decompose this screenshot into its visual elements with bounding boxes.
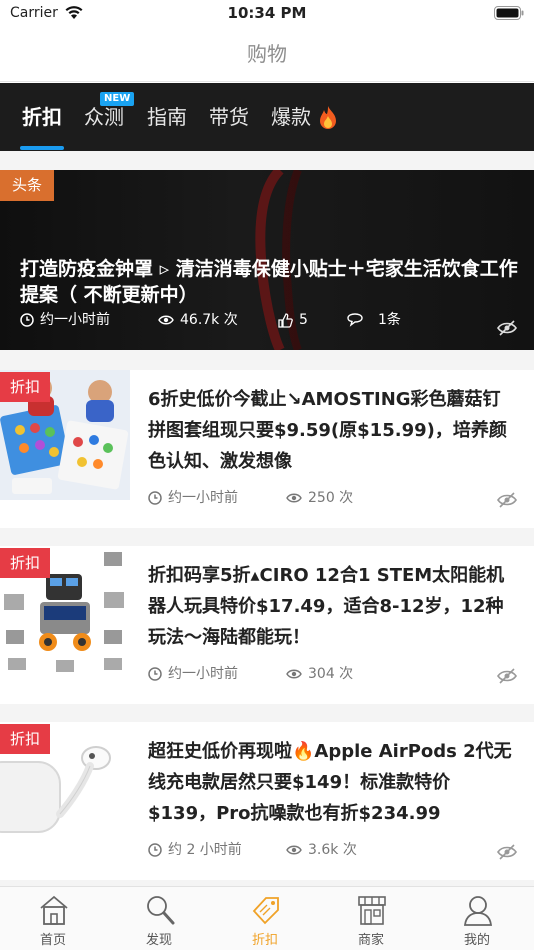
discount-tag: 折扣 bbox=[0, 372, 51, 402]
bottom-tab-discover[interactable]: 发现 bbox=[106, 887, 212, 950]
deal-meta: 约一小时前 304 次 bbox=[148, 664, 518, 684]
bottom-tab-label: 首页 bbox=[39, 933, 66, 948]
magnifier-icon bbox=[147, 896, 175, 925]
new-badge: NEW bbox=[100, 92, 135, 106]
eye-icon bbox=[286, 669, 302, 679]
bottom-tab-label: 商家 bbox=[357, 933, 384, 948]
deal-meta: 约 2 小时前 3.6k 次 bbox=[148, 840, 518, 860]
discount-tag: 折扣 bbox=[0, 724, 51, 754]
tab-guide[interactable]: 指南 bbox=[147, 83, 187, 151]
section-gap bbox=[0, 704, 534, 722]
bottom-tab-merchants[interactable]: 商家 bbox=[318, 887, 424, 950]
bottom-tab-bar: 首页 发现 折扣 商家 我的 bbox=[0, 886, 534, 950]
eye-icon bbox=[286, 845, 302, 855]
section-gap bbox=[0, 151, 534, 170]
bottom-tab-profile[interactable]: 我的 bbox=[424, 887, 530, 950]
deal-card[interactable]: 折扣 6折史低价今截止↘AMOSTING彩色蘑菇钉拼图套组现只要$9.59(原$… bbox=[0, 370, 534, 528]
deal-views: 304 次 bbox=[286, 664, 353, 684]
deal-views: 250 次 bbox=[286, 488, 353, 508]
page-title: 购物 bbox=[0, 28, 534, 82]
headline-meta: 约一小时前 46.7k 次 5 1条 bbox=[20, 310, 520, 330]
category-tab-bar: 折扣 众测 NEW 指南 带货 爆款 bbox=[0, 83, 534, 151]
bottom-tab-label: 发现 bbox=[145, 933, 172, 948]
deal-views: 3.6k 次 bbox=[286, 840, 357, 860]
storefront-icon bbox=[358, 896, 386, 925]
bottom-tab-discount[interactable]: 折扣 bbox=[212, 887, 318, 950]
headline-title: 打造防疫金钟罩 ▹ 清洁消毒保健小贴士＋宅家生活饮食工作提案（ 不断更新中） bbox=[20, 258, 518, 306]
hide-icon[interactable] bbox=[496, 844, 518, 860]
deal-title: 6折史低价今截止↘AMOSTING彩色蘑菇钉拼图套组现只要$9.59(原$15.… bbox=[148, 389, 507, 472]
battery-icon bbox=[494, 6, 524, 20]
fire-icon bbox=[320, 106, 336, 129]
tab-promotion[interactable]: 带货 bbox=[209, 83, 249, 151]
thumbs-up-icon bbox=[278, 312, 293, 328]
discount-tag: 折扣 bbox=[0, 548, 51, 578]
eye-icon bbox=[286, 493, 302, 503]
eye-icon bbox=[158, 315, 174, 325]
house-icon bbox=[40, 895, 68, 925]
hide-icon[interactable] bbox=[496, 320, 518, 336]
price-tag-icon bbox=[252, 897, 279, 925]
section-gap bbox=[0, 350, 534, 370]
deal-title: 折扣码享5折▴CIRO 12合1 STEM太阳能机器人玩具特价$17.49，适合… bbox=[148, 565, 505, 648]
comment-icon bbox=[347, 313, 363, 327]
tab-discount[interactable]: 折扣 bbox=[22, 83, 62, 151]
deal-card[interactable]: 折扣 折扣码享5折▴CIRO 12合1 STEM太阳能机器人玩具特价$17.49… bbox=[0, 546, 534, 704]
headline-time: 约一小时前 bbox=[20, 310, 110, 330]
clock-icon bbox=[148, 843, 162, 857]
clock-icon bbox=[148, 491, 162, 505]
headline-views: 46.7k 次 bbox=[158, 310, 238, 330]
deal-time: 约一小时前 bbox=[148, 664, 238, 684]
tab-hot-items[interactable]: 爆款 bbox=[271, 83, 311, 151]
clock-icon bbox=[20, 313, 34, 327]
clock: 10:34 PM bbox=[227, 4, 307, 22]
deal-meta: 约一小时前 250 次 bbox=[148, 488, 518, 508]
deal-time: 约一小时前 bbox=[148, 488, 238, 508]
headline-tag: 头条 bbox=[0, 170, 55, 201]
deal-title: 超狂史低价再现啦🔥Apple AirPods 2代无线充电款居然只要$149！标… bbox=[148, 741, 512, 824]
headline-card[interactable]: 头条 打造防疫金钟罩 ▹ 清洁消毒保健小贴士＋宅家生活饮食工作提案（ 不断更新中… bbox=[0, 170, 534, 350]
bottom-tab-label: 折扣 bbox=[251, 933, 278, 948]
bottom-tab-home[interactable]: 首页 bbox=[0, 887, 106, 950]
headline-comments: 1条 bbox=[346, 310, 401, 330]
headline-likes: 5 bbox=[278, 310, 308, 330]
clock-icon bbox=[148, 667, 162, 681]
active-tab-indicator bbox=[20, 146, 64, 150]
bottom-tab-label: 我的 bbox=[463, 933, 490, 948]
deal-time: 约 2 小时前 bbox=[148, 840, 242, 860]
hide-icon[interactable] bbox=[496, 492, 518, 508]
status-bar: Carrier 10:34 PM bbox=[0, 0, 534, 28]
hide-icon[interactable] bbox=[496, 668, 518, 684]
user-icon bbox=[463, 896, 493, 926]
deal-card[interactable]: 折扣 超狂史低价再现啦🔥Apple AirPods 2代无线充电款居然只要$14… bbox=[0, 722, 534, 880]
section-gap bbox=[0, 528, 534, 546]
